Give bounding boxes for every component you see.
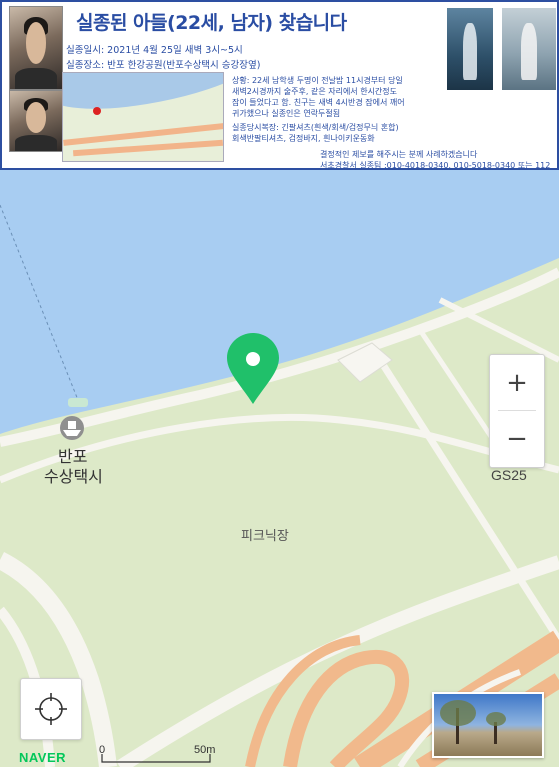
zoom-controls: + − (489, 354, 545, 468)
clothing-line: 회색반팔티셔츠, 검정바지, 흰나이키운동화 (232, 134, 375, 143)
current-location-button[interactable] (20, 678, 82, 740)
location-marker-icon (93, 107, 101, 115)
portrait-photo-1 (9, 6, 63, 90)
zoom-in-button[interactable]: + (490, 355, 544, 410)
situation-line: 귀가했으나 실종인은 연락두절됨 (232, 109, 341, 118)
missing-place: 실종장소: 반포 한강공원(반포수상택시 승강장옆) (66, 60, 261, 71)
poster-title: 실종된 아들(22세, 남자) 찾습니다 (76, 12, 347, 34)
situation-line: 상황: 22세 남학생 두명이 전날밤 11시경부터 당일 (232, 76, 403, 85)
water-taxi-icon (60, 416, 84, 440)
reward-line: 결정적인 제보를 해주시는 분께 사례하겠습니다 (320, 150, 478, 159)
contact-line: 서초경찰서 실종팀 :010-4018-0340, 010-5018-0340 … (320, 161, 551, 170)
situation-line: 새벽2시경까지 술주후, 같은 자리에서 한시간정도 (232, 87, 398, 96)
poster-mini-map (62, 72, 224, 162)
crosshair-icon (35, 693, 67, 725)
clothing-line: 실종당시복장: 긴팔셔츠(흰색/회색/검정무늬 혼합) (232, 123, 399, 132)
place-label-water-taxi[interactable]: 수상택시 (44, 463, 103, 487)
naver-logo: NAVER (19, 750, 67, 765)
cctv-image-1 (447, 8, 493, 90)
portrait-photo-2 (9, 90, 63, 152)
missing-date: 실종일시: 2021년 4월 25일 새벽 3시~5시 (66, 45, 243, 56)
zoom-out-button[interactable]: − (490, 411, 544, 466)
taxi-dock (68, 398, 88, 407)
situation-line: 잠이 들었다고 함. 친구는 새벽 4시반경 잠에서 깨어 (232, 98, 405, 107)
scale-distance-label: 50m (194, 744, 216, 756)
street-view-thumbnail[interactable] (432, 692, 544, 758)
picnic-area-label: 피크닉장 (241, 528, 289, 543)
cctv-image-2 (502, 8, 556, 90)
scale-zero-label: 0 (99, 744, 106, 756)
gs25-label[interactable]: GS25 (491, 467, 527, 483)
missing-person-poster: 실종된 아들(22세, 남자) 찾습니다 실종일시: 2021년 4월 25일 … (0, 0, 559, 170)
